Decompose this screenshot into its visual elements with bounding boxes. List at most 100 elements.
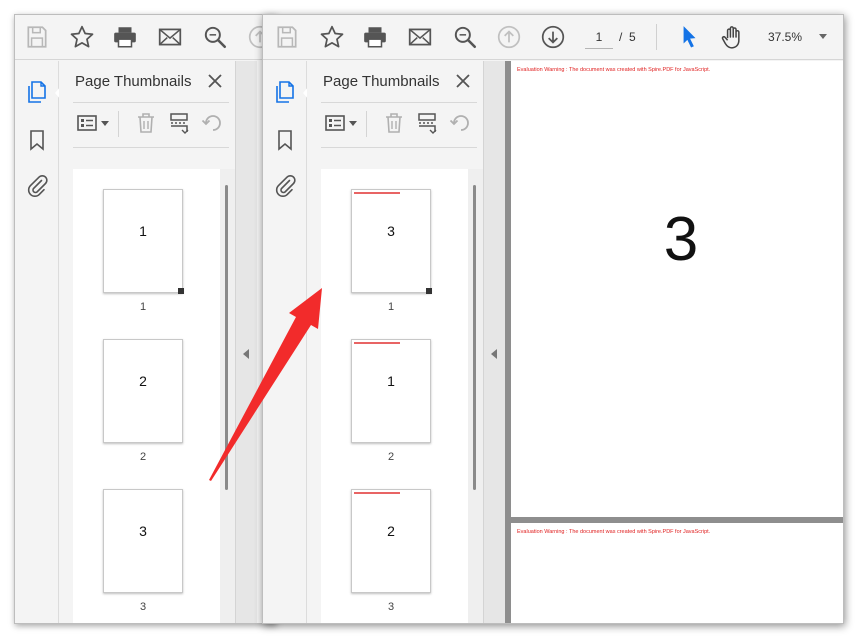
mail-icon: [158, 28, 182, 46]
panel-divider: [73, 102, 229, 103]
page-up-icon: [497, 25, 521, 49]
zoom-search-icon: [204, 26, 227, 49]
page-thumbnail[interactable]: 2: [103, 339, 183, 443]
thumbnail-label: 3: [139, 601, 147, 613]
pointer-icon: [683, 26, 696, 48]
delete-icon: [138, 113, 154, 133]
print-icon: [114, 27, 136, 48]
thumbnail-label: 2: [387, 451, 395, 463]
close-panel-button[interactable]: [205, 71, 225, 91]
viewer-window-before: Page Thumbnails 1 1 2 2 3 3: [14, 14, 276, 624]
page-thumbnails-tool[interactable]: [24, 79, 50, 105]
page-thumbnails-panel: Page Thumbnails 3 1 1 2 2 3: [307, 61, 483, 623]
rotate-icon: [201, 115, 221, 131]
collapse-arrow-icon: [243, 349, 249, 359]
thumbnail-options-button[interactable]: [75, 111, 109, 135]
print-button[interactable]: [361, 23, 389, 51]
hand-icon: [721, 26, 740, 49]
thumbnail-options-button[interactable]: [323, 111, 357, 135]
delete-icon: [386, 113, 402, 133]
navigation-rail: [263, 61, 309, 623]
print-icon: [364, 27, 386, 48]
save-icon: [277, 26, 297, 48]
close-panel-button[interactable]: [453, 71, 473, 91]
next-page-button[interactable]: [539, 23, 567, 51]
hand-tool-button[interactable]: [719, 23, 747, 51]
panel-title: Page Thumbnails: [75, 73, 192, 90]
page-thumbnail[interactable]: 3: [351, 189, 432, 294]
save-button[interactable]: [273, 23, 301, 51]
zoom-dropdown-icon[interactable]: [819, 34, 827, 39]
bookmarks-tool[interactable]: [24, 127, 50, 153]
page-thumbnails-tool[interactable]: [272, 79, 298, 105]
insert-page-button[interactable]: [167, 111, 191, 135]
panel-divider: [73, 147, 229, 148]
insert-page-button[interactable]: [415, 111, 439, 135]
bookmark-icon: [30, 130, 44, 151]
panel-title: Page Thumbnails: [323, 73, 440, 90]
star-icon: [70, 25, 94, 48]
find-button[interactable]: [201, 23, 229, 51]
attachment-icon: [275, 174, 296, 197]
thumbnail-page-content: 3: [387, 223, 395, 239]
document-page: Evaluation Warning : The document was cr…: [511, 523, 843, 623]
options-separator: [118, 111, 119, 137]
document-view[interactable]: Evaluation Warning : The document was cr…: [505, 61, 843, 623]
thumbnail-scrollbar[interactable]: [468, 169, 483, 623]
page-thumbnail[interactable]: 2: [351, 489, 431, 593]
total-pages: 5: [629, 30, 636, 44]
bookmark-star-button[interactable]: [318, 23, 346, 51]
email-button[interactable]: [406, 23, 434, 51]
thumbnail-page-content: 1: [387, 373, 395, 389]
thumbnail-list: 3 1 1 2 2 3: [321, 169, 468, 623]
save-button[interactable]: [23, 23, 51, 51]
attachment-icon: [27, 174, 48, 197]
save-icon: [27, 26, 47, 48]
thumbnail-resize-handle[interactable]: [178, 288, 184, 294]
previous-page-button[interactable]: [495, 23, 523, 51]
current-page-input[interactable]: 1: [585, 25, 613, 49]
attachments-tool[interactable]: [272, 173, 298, 199]
thumbnail-scrollbar[interactable]: [220, 169, 235, 623]
toolbar-separator: [656, 24, 657, 50]
scrollbar-thumb[interactable]: [225, 185, 228, 490]
screenshot-stage: Page Thumbnails 1 1 2 2 3 3 1 / 5 37.5% …: [0, 0, 856, 637]
delete-pages-button[interactable]: [134, 111, 158, 135]
page-thumbnail[interactable]: 1: [103, 189, 184, 294]
select-tool-button[interactable]: [675, 23, 703, 51]
main-toolbar: [15, 15, 275, 60]
thumbnail-label: 2: [139, 451, 147, 463]
bookmark-star-button[interactable]: [68, 23, 96, 51]
page-thumbnail[interactable]: 3: [103, 489, 183, 593]
rotate-page-button[interactable]: [200, 111, 224, 135]
star-icon: [320, 25, 344, 48]
panel-collapse-handle[interactable]: [235, 61, 257, 623]
attachments-tool[interactable]: [24, 173, 50, 199]
panel-divider: [321, 102, 477, 103]
panel-collapse-handle[interactable]: [483, 61, 505, 623]
chevron-down-icon: [101, 120, 109, 126]
insert-page-icon: [418, 113, 437, 134]
panel-divider: [321, 147, 477, 148]
viewer-window-after: 1 / 5 37.5% Page Thumbnails 3 1 1 2 2 3 …: [262, 14, 844, 624]
print-button[interactable]: [111, 23, 139, 51]
page-down-icon: [541, 25, 565, 49]
find-button[interactable]: [451, 23, 479, 51]
zoom-level-select[interactable]: 37.5%: [768, 25, 802, 49]
thumbnail-page-content: 2: [139, 373, 147, 389]
delete-pages-button[interactable]: [382, 111, 406, 135]
thumbnail-resize-handle[interactable]: [426, 288, 432, 294]
rotate-page-button[interactable]: [448, 111, 472, 135]
thumbnail-page-content: 2: [387, 523, 395, 539]
scrollbar-thumb[interactable]: [473, 185, 476, 490]
evaluation-warning-text: Evaluation Warning : The document was cr…: [517, 529, 711, 535]
page-thumbnail[interactable]: 1: [351, 339, 431, 443]
thumbnail-page-content: 3: [139, 523, 147, 539]
thumbnail-list: 1 1 2 2 3 3: [73, 169, 220, 623]
email-button[interactable]: [156, 23, 184, 51]
thumbnail-label: 1: [139, 301, 147, 313]
bookmarks-tool[interactable]: [272, 127, 298, 153]
zoom-search-icon: [454, 26, 477, 49]
rotate-icon: [449, 115, 469, 131]
thumbnail-warning-line: [354, 492, 400, 494]
